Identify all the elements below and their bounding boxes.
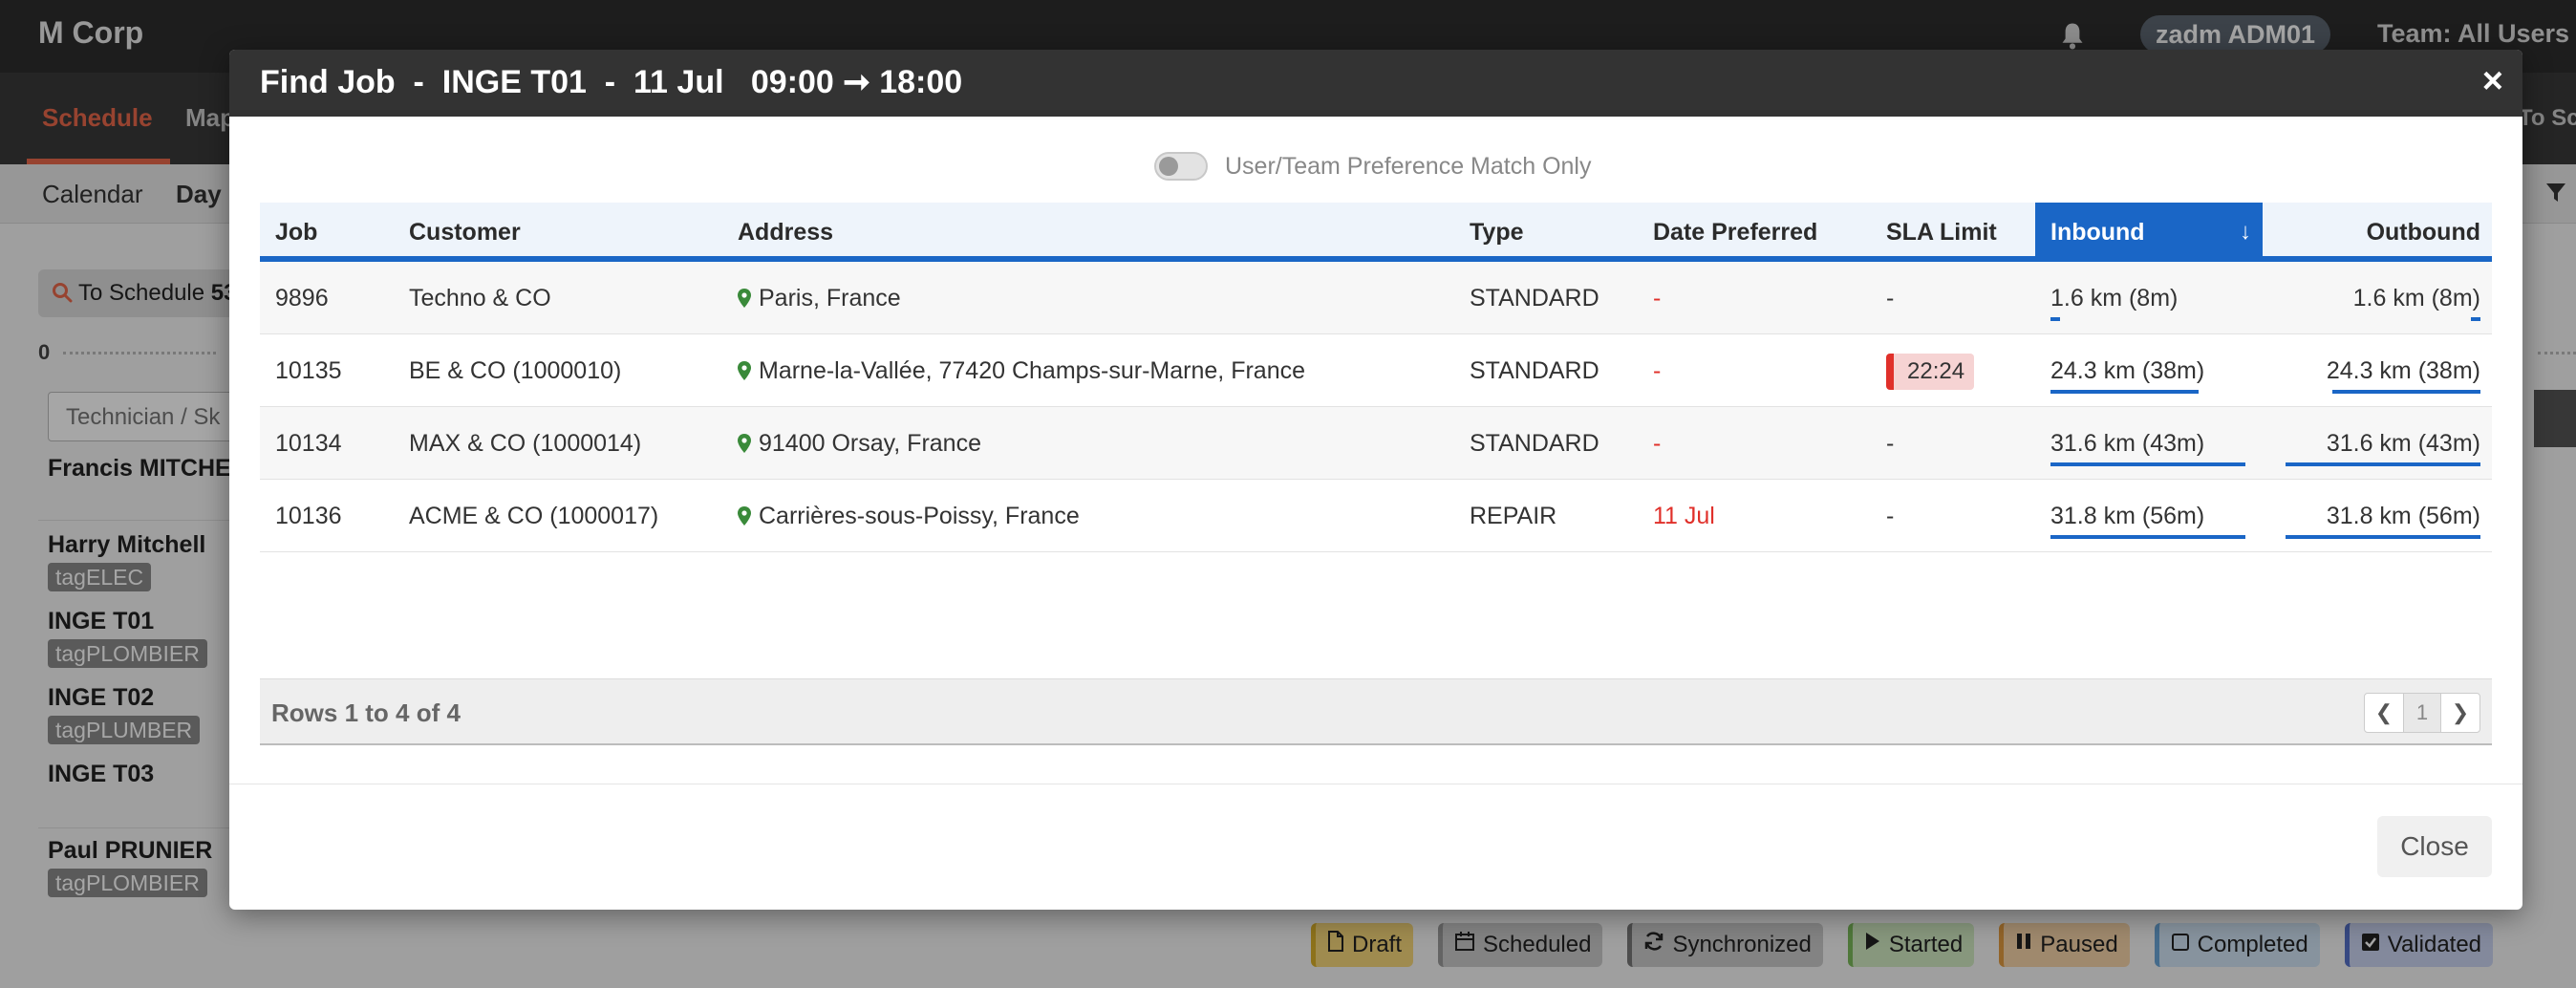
inbound-distance-text: 1.6 km (8m) xyxy=(2050,285,2179,311)
outbound-distance-text: 24.3 km (38m) xyxy=(2326,357,2480,384)
sla-limit: - xyxy=(1886,430,1895,457)
date-preferred: - xyxy=(1653,285,1662,311)
column-header-customer[interactable]: Customer xyxy=(409,203,521,262)
toggle-knob xyxy=(1159,157,1178,176)
preference-match-toggle[interactable] xyxy=(1154,152,1208,181)
address-text[interactable]: Marne-la-Vallée, 77420 Champs-sur-Marne,… xyxy=(759,357,1305,384)
sla-limit-cell: 22:24 xyxy=(1886,334,1975,407)
customer-name: ACME & CO (1000017) xyxy=(409,503,659,529)
dialog-title: Find Job - INGE T01 - 11 Jul 09:00 ➞ 18:… xyxy=(260,64,963,100)
sla-limit: - xyxy=(1886,503,1895,529)
column-header-address[interactable]: Address xyxy=(738,203,833,262)
job-type: REPAIR xyxy=(1470,503,1557,529)
column-header-sla-limit[interactable]: SLA Limit xyxy=(1886,203,1997,262)
table-body: 9896 Techno & CO Paris, France STANDARD - - 1.… xyxy=(260,262,2492,552)
date-preferred: - xyxy=(1653,430,1662,457)
outbound-distance-bar xyxy=(2332,390,2480,394)
customer-name: BE & CO (1000010) xyxy=(409,357,622,384)
find-job-dialog: Find Job - INGE T01 - 11 Jul 09:00 ➞ 18:… xyxy=(229,50,2522,910)
job-id: 10135 xyxy=(275,357,342,384)
address-cell: Paris, France xyxy=(738,262,901,334)
column-header-date-preferred[interactable]: Date Preferred xyxy=(1653,203,1817,262)
outbound-distance: 1.6 km (8m) xyxy=(2286,262,2480,334)
outbound-distance-bar xyxy=(2286,462,2480,466)
dialog-header: Find Job - INGE T01 - 11 Jul 09:00 ➞ 18:… xyxy=(229,50,2522,117)
rows-count: Rows 1 to 4 of 4 xyxy=(271,698,461,727)
outbound-distance-text: 31.6 km (43m) xyxy=(2326,430,2480,457)
address-cell: Carrières-sous-Poissy, France xyxy=(738,480,1080,552)
job-id: 9896 xyxy=(275,285,329,311)
job-type: STANDARD xyxy=(1470,285,1599,311)
jobs-table: Job Customer Address Type Date Preferred… xyxy=(260,203,2492,552)
outbound-distance-text: 1.6 km (8m) xyxy=(2352,285,2480,311)
outbound-distance-bar xyxy=(2286,535,2480,539)
date-preferred: - xyxy=(1653,357,1662,384)
sla-limit: - xyxy=(1886,285,1895,311)
preference-match-label: User/Team Preference Match Only xyxy=(1225,152,1592,180)
column-header-outbound[interactable]: Outbound xyxy=(2263,203,2480,262)
inbound-distance: 24.3 km (38m) xyxy=(2050,334,2245,407)
map-marker-icon xyxy=(738,506,751,526)
table-row[interactable]: 10136 ACME & CO (1000017) Carrières-sous-P… xyxy=(260,480,2492,552)
table-row[interactable]: 10134 MAX & CO (1000014) 91400 Orsay, Fran… xyxy=(260,407,2492,480)
pagination: ❮ 1 ❯ xyxy=(2364,693,2480,733)
column-header-inbound[interactable]: Inbound ↓ xyxy=(2035,203,2263,262)
address-text[interactable]: Paris, France xyxy=(759,285,901,311)
inbound-distance: 31.8 km (56m) xyxy=(2050,480,2245,552)
preference-filter: User/Team Preference Match Only xyxy=(1154,149,1591,183)
close-button[interactable]: Close xyxy=(2377,816,2492,877)
map-marker-icon xyxy=(738,289,751,308)
page-number[interactable]: 1 xyxy=(2403,694,2441,732)
customer-name: MAX & CO (1000014) xyxy=(409,430,642,457)
inbound-distance-bar xyxy=(2050,462,2245,466)
date-preferred: 11 Jul xyxy=(1653,503,1715,529)
outbound-distance-text: 31.8 km (56m) xyxy=(2326,503,2480,529)
job-type: STANDARD xyxy=(1470,357,1599,384)
job-id: 10136 xyxy=(275,503,342,529)
inbound-distance: 31.6 km (43m) xyxy=(2050,407,2245,480)
column-header-type[interactable]: Type xyxy=(1470,203,1524,262)
inbound-distance-text: 31.8 km (56m) xyxy=(2050,503,2205,529)
chevron-right-icon[interactable]: ❯ xyxy=(2441,694,2479,732)
address-cell: Marne-la-Vallée, 77420 Champs-sur-Marne,… xyxy=(738,334,1305,407)
map-marker-icon xyxy=(738,361,751,380)
column-header-job[interactable]: Job xyxy=(275,203,317,262)
address-text[interactable]: 91400 Orsay, France xyxy=(759,430,981,457)
job-type: STANDARD xyxy=(1470,430,1599,457)
chevron-left-icon[interactable]: ❮ xyxy=(2365,694,2403,732)
inbound-distance-text: 24.3 km (38m) xyxy=(2050,357,2205,384)
arrow-down-icon: ↓ xyxy=(2240,219,2251,245)
sla-badge: 22:24 xyxy=(1886,354,1975,390)
table-row[interactable]: 9896 Techno & CO Paris, France STANDARD - - 1.… xyxy=(260,262,2492,334)
table-header: Job Customer Address Type Date Preferred… xyxy=(260,203,2492,262)
outbound-distance-bar xyxy=(2471,317,2480,321)
inbound-distance-bar xyxy=(2050,390,2199,394)
inbound-header-label: Inbound xyxy=(2050,219,2145,246)
table-row[interactable]: 10135 BE & CO (1000010) Marne-la-Vallée, 7… xyxy=(260,334,2492,407)
table-footer: Rows 1 to 4 of 4 ❮ 1 ❯ xyxy=(260,678,2492,745)
outbound-distance: 31.6 km (43m) xyxy=(2286,407,2480,480)
map-marker-icon xyxy=(738,434,751,453)
inbound-distance: 1.6 km (8m) xyxy=(2050,262,2245,334)
inbound-distance-text: 31.6 km (43m) xyxy=(2050,430,2205,457)
address-text[interactable]: Carrières-sous-Poissy, France xyxy=(759,503,1080,529)
customer-name: Techno & CO xyxy=(409,285,551,311)
outbound-distance: 24.3 km (38m) xyxy=(2286,334,2480,407)
job-id: 10134 xyxy=(275,430,342,457)
inbound-distance-bar xyxy=(2050,317,2060,321)
inbound-distance-bar xyxy=(2050,535,2245,539)
outbound-distance: 31.8 km (56m) xyxy=(2286,480,2480,552)
close-icon[interactable]: × xyxy=(2482,61,2503,102)
address-cell: 91400 Orsay, France xyxy=(738,407,981,480)
